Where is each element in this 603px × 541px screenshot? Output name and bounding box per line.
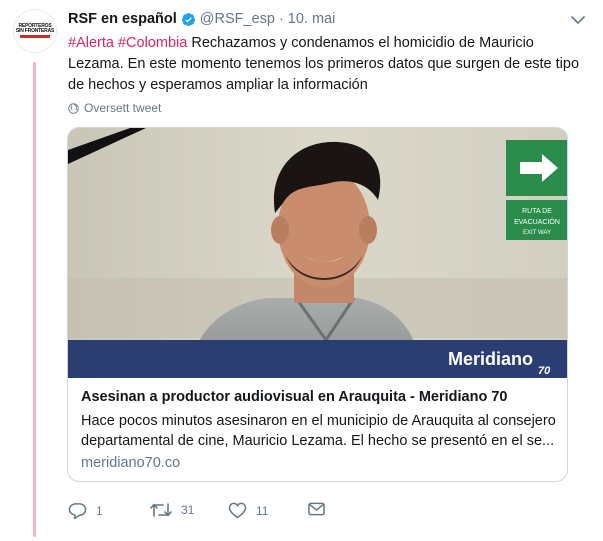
retweet-button[interactable]: 31 — [150, 502, 194, 518]
tweet-header: RSF en español @RSF_esp · 10. mai — [68, 11, 335, 27]
avatar[interactable]: REPORTEROS SIN FRONTERAS — [13, 9, 57, 53]
retweet-icon — [150, 503, 172, 517]
separator-dot: · — [278, 11, 284, 27]
card-image-logo-number: 70 — [538, 365, 551, 377]
chevron-down-icon[interactable] — [571, 15, 585, 25]
avatar-text-line2: SIN FRONTERAS — [15, 28, 55, 34]
tweet-actions: 1 31 11 — [68, 502, 368, 522]
hashtag-alerta[interactable]: #Alerta — [68, 35, 114, 51]
handle[interactable]: @RSF_esp — [200, 11, 275, 27]
like-count: 11 — [256, 503, 269, 518]
like-button[interactable]: 11 — [228, 502, 268, 519]
tweet-date[interactable]: 10. mai — [288, 11, 336, 27]
retweet-count: 31 — [181, 503, 195, 517]
sign-text-line1: RUTA DE — [522, 208, 552, 215]
avatar-logo-bar — [20, 35, 50, 38]
reply-icon — [68, 503, 87, 520]
verified-badge-icon — [181, 12, 195, 26]
card-domain: meridiano70.co — [81, 455, 181, 471]
link-card[interactable]: RUTA DE EVACUACIÓN EXIT WAY Meridiano 70… — [67, 127, 568, 482]
envelope-icon — [308, 502, 325, 516]
display-name[interactable]: RSF en español — [68, 11, 177, 27]
reply-button[interactable]: 1 — [68, 502, 103, 520]
translate-tweet-label: Oversett tweet — [84, 101, 162, 115]
reply-count: 1 — [96, 504, 103, 518]
translate-tweet-link[interactable]: Oversett tweet — [68, 101, 161, 115]
tweet-text: #Alerta #Colombia Rechazamos y condenamo… — [68, 33, 588, 96]
card-image: RUTA DE EVACUACIÓN EXIT WAY Meridiano 70 — [68, 128, 567, 378]
globe-icon — [68, 102, 79, 114]
card-image-logo: Meridiano — [448, 349, 533, 369]
heart-icon — [228, 502, 247, 519]
hashtag-colombia[interactable]: #Colombia — [118, 35, 187, 51]
sign-text-line3: EXIT WAY — [523, 230, 551, 236]
thread-line — [33, 62, 36, 537]
direct-message-button[interactable] — [308, 502, 334, 516]
sign-text-line2: EVACUACIÓN — [514, 217, 560, 226]
card-title: Asesinan a productor audiovisual en Arau… — [81, 389, 508, 405]
card-description: Hace pocos minutos asesinaron en el muni… — [81, 413, 556, 449]
